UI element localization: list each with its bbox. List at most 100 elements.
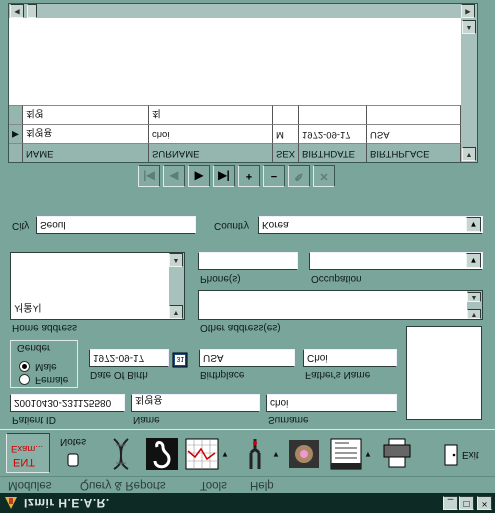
menu-bar: Modules Query & Reports Tools Help [0,476,495,493]
male-label: Male [35,361,57,372]
other-address-scrollbar[interactable]: ▼ ▲ [467,291,482,319]
printer-icon[interactable] [380,435,414,473]
patient-id-field[interactable]: 20010430-231125580 [10,394,125,412]
minimize-button[interactable]: _ [443,496,458,510]
table-cell[interactable]: M [273,124,299,143]
mirrored-frame: Izmir H.E.A.R. _ □ × Modules Query & Rep… [0,0,495,513]
menu-help[interactable]: Help [250,479,274,491]
delete-record-button[interactable]: − [263,165,285,187]
city-field[interactable]: Seoul [36,216,196,234]
close-button[interactable]: × [477,496,492,510]
scroll-down-icon[interactable]: ▼ [462,147,476,161]
table-cell[interactable] [273,105,299,124]
male-radio[interactable] [19,361,30,372]
country-text: Korea [262,219,289,230]
female-label: Female [35,374,69,385]
table-cell[interactable]: 1972-09-17 [299,124,367,143]
report-form-icon[interactable] [329,435,363,473]
occupation-field[interactable] [309,252,483,270]
notes-button[interactable]: Notes [58,435,92,473]
grid-header-name[interactable]: NAME [23,143,149,162]
grid-header-birthdate[interactable]: BIRTHDATE [299,143,367,162]
toolbar: Exam... ENT Notes ▼ ▼ ▼ Exit [0,429,495,476]
grid-header-surname[interactable]: SURNAME [149,143,273,162]
row-indicator [9,105,23,124]
name-field[interactable]: 최영용 [131,394,260,412]
patient-grid[interactable]: NAME SURNAME SEX BIRTHDATE BIRTHPLACE ▶ … [8,3,478,163]
male-radio-dot [22,364,27,369]
table-cell[interactable]: 최영용 [23,124,149,143]
exit-label: Exit [462,449,479,460]
grid-vertical-scrollbar[interactable]: ▼ ▲ [461,18,477,162]
home-address-scrollbar[interactable]: ▼ ▲ [169,253,184,319]
table-cell[interactable] [299,105,367,124]
menu-tools[interactable]: Tools [200,479,227,491]
report-dropdown-icon[interactable]: ▼ [364,450,372,459]
patient-photo [406,326,482,420]
exit-door-icon [444,444,458,466]
other-address-field[interactable]: ▼ ▲ [198,290,483,320]
app-window: Izmir H.E.A.R. _ □ × Modules Query & Rep… [0,0,495,513]
grid-horizontal-scrollbar[interactable]: ◀ ▶ [9,4,477,18]
scroll-up-icon[interactable]: ▲ [462,20,476,34]
gender-label: Gender [15,342,53,353]
birthplace-field[interactable]: USA [199,349,295,367]
table-cell[interactable] [367,105,461,124]
maximize-button[interactable]: □ [459,496,474,510]
table-cell[interactable]: 최영 [23,105,149,124]
exit-button[interactable]: Exit [440,435,484,473]
grid-header-sex[interactable]: SEX [273,143,299,162]
surname-field[interactable]: choi [266,394,397,412]
tuning-fork-dropdown-icon[interactable]: ▼ [272,450,280,459]
female-radio[interactable] [19,374,30,385]
table-cell[interactable]: choi [149,124,273,143]
gender-group: Gender Male Female [10,340,78,388]
first-record-button[interactable]: |◀ [138,165,160,187]
surname-label: Surname [268,414,309,425]
tuning-fork-icon[interactable] [238,435,272,473]
scroll-up-icon[interactable]: ▲ [169,253,183,267]
edit-record-button[interactable]: ✎ [288,165,310,187]
calendar-icon[interactable]: 31 [172,351,188,369]
menu-query-reports[interactable]: Query & Reports [80,479,166,491]
scroll-thumb[interactable] [27,4,37,18]
scroll-down-icon[interactable]: ▼ [467,309,481,319]
table-cell[interactable]: USA [367,124,461,143]
hearing-icon[interactable] [145,435,179,473]
scroll-up-icon[interactable]: ▲ [467,292,481,302]
prior-record-button[interactable]: ◀ [163,165,185,187]
exam-ent-button[interactable]: Exam... ENT [6,433,50,473]
occupation-dropdown-icon[interactable]: ▼ [466,253,481,268]
menu-modules[interactable]: Modules [8,479,51,491]
row-pointer-icon: ▶ [9,124,23,143]
city-label: City [12,220,30,231]
table-cell[interactable]: 최 [149,105,273,124]
father-field[interactable]: Choi [303,349,397,367]
father-label: Father's Name [305,369,371,380]
ent-label: ENT [13,456,35,468]
record-navigator: |◀ ◀ ▶ ▶| + − ✎ ✕ [138,165,336,187]
scroll-left-icon[interactable]: ◀ [10,4,24,18]
home-address-field[interactable]: 서울시 ▼ ▲ [10,252,185,320]
scroll-down-icon[interactable]: ▼ [169,305,183,319]
dna-icon[interactable] [104,435,138,473]
last-record-button[interactable]: ▶| [213,165,235,187]
audiogram-dropdown-icon[interactable]: ▼ [221,450,229,459]
name-label: Name [133,414,160,425]
window-title: Izmir H.E.A.R. [24,496,110,510]
grid-indicator-header [9,143,23,162]
grid-header-birthplace[interactable]: BIRTHPLACE [367,143,461,162]
next-record-button[interactable]: ▶ [188,165,210,187]
country-dropdown-icon[interactable]: ▼ [466,217,481,232]
title-bar: Izmir H.E.A.R. _ □ × [0,493,495,513]
phone-field[interactable] [198,252,298,270]
insert-record-button[interactable]: + [238,165,260,187]
dob-label: Date Of Birth [90,369,148,380]
endoscope-image-icon[interactable] [287,435,321,473]
cancel-edit-button[interactable]: ✕ [313,165,335,187]
country-field[interactable]: Korea [258,216,483,234]
patient-id-label: Patient ID [12,414,56,425]
audiogram-icon[interactable] [185,435,219,473]
dob-field[interactable]: 1972-09-17 [89,349,169,367]
scroll-right-icon[interactable]: ▶ [461,4,475,18]
